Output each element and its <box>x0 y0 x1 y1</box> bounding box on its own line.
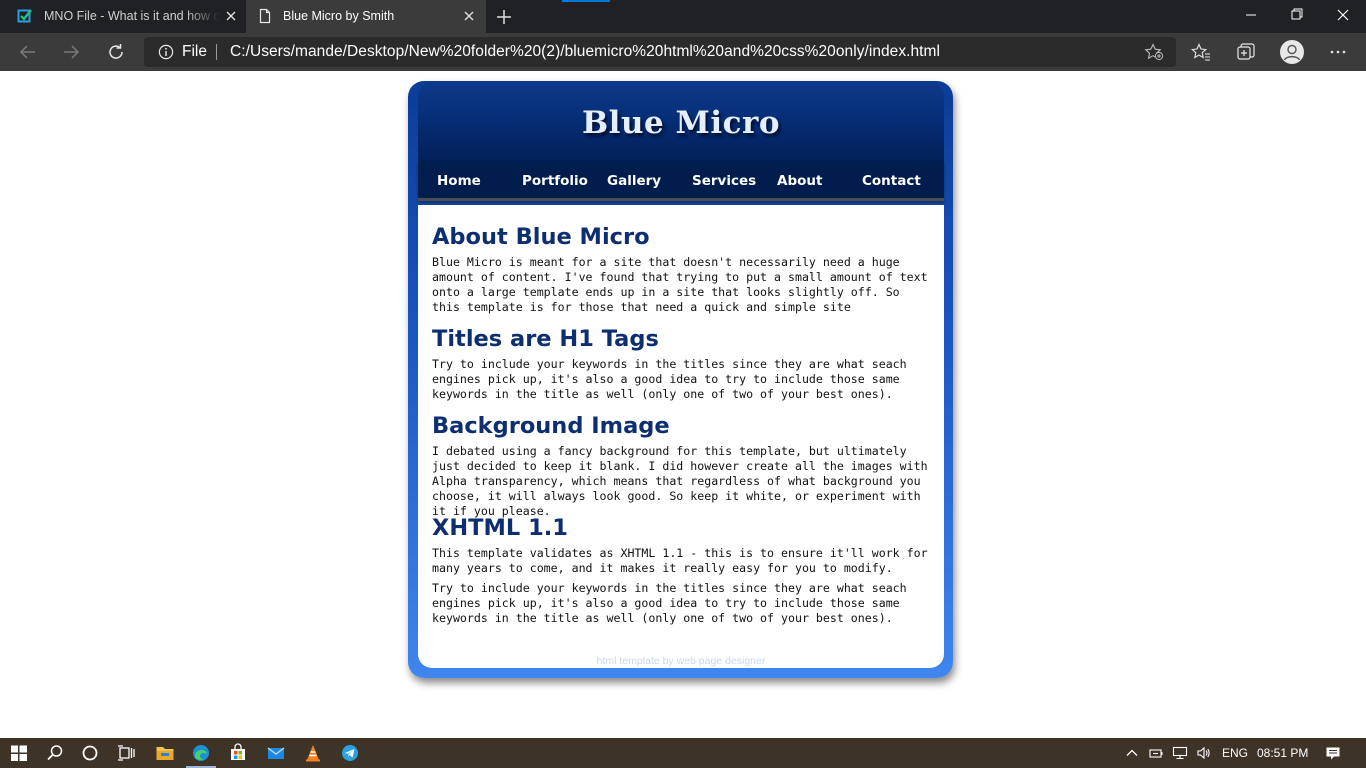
telegram-icon[interactable] <box>340 743 360 763</box>
browser-toolbar: File C:/Users/mande/Desktop/New%20folder… <box>0 33 1366 71</box>
tab-blue-micro[interactable]: Blue Micro by Smith <box>246 0 486 33</box>
volume-icon[interactable] <box>1196 745 1212 761</box>
nav-contact[interactable]: Contact <box>862 173 921 189</box>
url-text[interactable]: C:/Users/mande/Desktop/New%20folder%20(2… <box>230 43 940 61</box>
cortana-icon[interactable] <box>80 743 100 763</box>
network-icon[interactable] <box>1172 745 1188 761</box>
section-paragraph: This template validates as XHTML 1.1 - t… <box>432 546 928 575</box>
site-title: Blue Micro <box>581 105 780 141</box>
info-icon[interactable] <box>158 44 174 60</box>
edge-browser-icon[interactable] <box>191 743 211 763</box>
site-header: Blue Micro <box>418 81 944 161</box>
profile-avatar[interactable] <box>1280 40 1304 64</box>
mail-icon[interactable] <box>266 743 286 763</box>
section-about: About Blue Micro Blue Micro is meant for… <box>432 223 932 315</box>
main-navigation: Home Portfolio Gallery Services About Co… <box>418 161 944 201</box>
vlc-player-icon[interactable] <box>303 743 323 763</box>
nav-gallery[interactable]: Gallery <box>607 173 661 189</box>
task-view-icon[interactable] <box>116 743 136 763</box>
tab-title: Blue Micro by Smith <box>283 9 395 23</box>
battery-plug-icon[interactable] <box>1148 745 1164 761</box>
chevron-up-icon[interactable] <box>1124 745 1140 761</box>
windows-start-icon[interactable] <box>9 743 29 763</box>
system-clock[interactable]: 08:51 PM <box>1257 746 1308 760</box>
url-separator <box>216 44 217 60</box>
more-options-icon[interactable] <box>1328 42 1348 62</box>
main-content: About Blue Micro Blue Micro is meant for… <box>418 205 944 668</box>
tab-mno-file[interactable]: MNO File - What is it and how do I open … <box>0 0 246 33</box>
page-favicon-icon <box>259 8 271 24</box>
section-heading: About Blue Micro <box>432 224 650 250</box>
template-container: Blue Micro Home Portfolio Gallery Servic… <box>408 81 953 678</box>
section-heading: XHTML 1.1 <box>432 515 568 541</box>
tab-drag-indicator <box>562 0 610 2</box>
section-paragraph: I debated using a fancy background for t… <box>432 444 928 518</box>
address-bar[interactable]: File C:/Users/mande/Desktop/New%20folder… <box>144 37 1176 67</box>
section-paragraph: Try to include your keywords in the titl… <box>432 357 907 401</box>
new-tab-icon[interactable] <box>494 7 514 27</box>
tab-title: MNO File - What is it and how do I open … <box>44 9 220 23</box>
browser-tab-bar: MNO File - What is it and how do I open … <box>0 0 1366 33</box>
restore-icon[interactable] <box>1274 0 1320 30</box>
file-explorer-icon[interactable] <box>155 743 175 763</box>
section-xhtml: XHTML 1.1 This template validates as XHT… <box>432 514 932 626</box>
minimize-icon[interactable] <box>1228 0 1274 30</box>
store-icon[interactable] <box>228 743 248 763</box>
section-titles: Titles are H1 Tags Try to include your k… <box>432 325 932 402</box>
notifications-icon[interactable] <box>1325 745 1341 761</box>
favorites-icon[interactable] <box>1191 42 1211 62</box>
add-favorite-icon[interactable] <box>1144 43 1164 61</box>
close-window-icon[interactable] <box>1320 0 1366 30</box>
windows-taskbar: ENG 08:51 PM <box>0 738 1366 768</box>
search-icon[interactable] <box>45 743 65 763</box>
nav-services[interactable]: Services <box>692 173 756 189</box>
section-paragraph: Blue Micro is meant for a site that does… <box>432 255 928 314</box>
close-tab-icon[interactable] <box>224 9 238 23</box>
collections-icon[interactable] <box>1236 42 1256 62</box>
language-indicator[interactable]: ENG <box>1222 746 1248 760</box>
section-heading: Titles are H1 Tags <box>432 326 659 352</box>
forward-arrow-icon[interactable] <box>61 42 81 62</box>
checkbox-favicon-icon <box>17 9 32 23</box>
page-viewport: Blue Micro Home Portfolio Gallery Servic… <box>0 71 1366 738</box>
person-icon <box>1283 44 1301 61</box>
scheme-label: File <box>182 43 207 60</box>
nav-home[interactable]: Home <box>437 173 481 189</box>
close-tab-icon[interactable] <box>462 9 476 23</box>
section-background: Background Image I debated using a fancy… <box>432 412 932 519</box>
section-heading: Background Image <box>432 413 670 439</box>
back-arrow-icon[interactable] <box>18 42 38 62</box>
nav-portfolio[interactable]: Portfolio <box>522 173 588 189</box>
nav-about[interactable]: About <box>777 173 822 189</box>
footer-credit-link[interactable]: html template by web page designer <box>418 655 944 667</box>
refresh-icon[interactable] <box>106 42 126 62</box>
section-paragraph: Try to include your keywords in the titl… <box>432 581 907 625</box>
